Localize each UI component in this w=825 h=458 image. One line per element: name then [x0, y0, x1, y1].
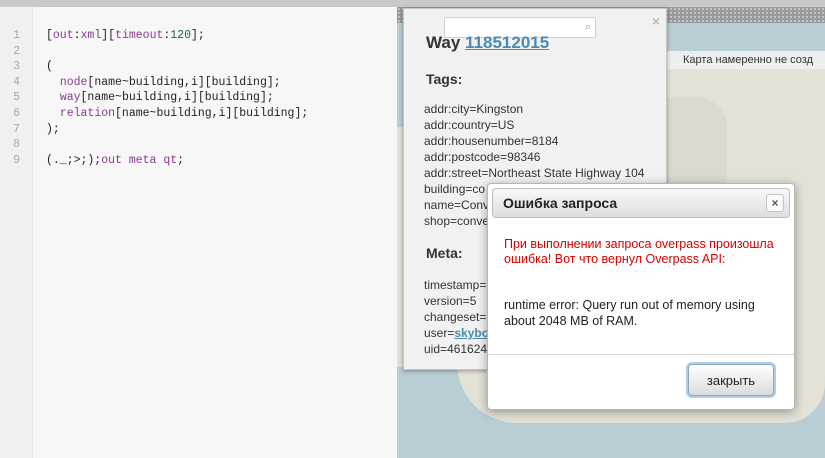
- code-line[interactable]: way[name~building,i][building];: [46, 90, 274, 105]
- meta-item: changeset=: [424, 310, 487, 324]
- code-token: [name~building,i][building];: [80, 91, 274, 105]
- error-message: runtime error: Query run out of memory u…: [504, 298, 755, 328]
- code-token: [name~building,i][building];: [115, 107, 309, 120]
- top-bar: [0, 0, 825, 7]
- tags-heading: Tags:: [426, 71, 463, 87]
- code-token: (: [46, 60, 53, 74]
- code-token: [name~building,i][building];: [87, 75, 281, 89]
- line-number: 4: [13, 75, 20, 89]
- meta-item: version=5: [424, 294, 477, 308]
- code-number: 120: [170, 29, 191, 42]
- code-keyword: node: [59, 75, 88, 89]
- code-line[interactable]: node[name~building,i][building];: [46, 75, 281, 90]
- code-keyword: out: [101, 153, 122, 167]
- line-number: 8: [13, 138, 20, 152]
- line-number: 9: [13, 153, 20, 167]
- dialog-divider: [488, 354, 794, 355]
- line-number: 1: [13, 29, 20, 42]
- query-editor[interactable]: 1 [out:xml][timeout:120]; 2 3(4 node[name~b…: [0, 7, 397, 458]
- code-token: ;: [177, 153, 185, 167]
- code-token: );: [46, 122, 60, 136]
- user-link[interactable]: skybo: [454, 326, 489, 340]
- code-token: (._;>;);: [46, 153, 102, 167]
- code-keyword: timeout: [115, 29, 164, 42]
- code-line[interactable]: );: [46, 122, 60, 137]
- code-token: :: [73, 29, 81, 42]
- user-label: user=: [424, 326, 455, 340]
- code-keyword: xml: [80, 29, 102, 42]
- line-number: 5: [13, 91, 20, 105]
- tag-item: addr:postcode=98346: [424, 150, 541, 164]
- code-keyword: meta: [128, 153, 157, 167]
- error-dialog: Ошибка запроса × При выполнении запроса …: [487, 183, 795, 410]
- code-line[interactable]: (: [46, 59, 53, 74]
- search-icon[interactable]: ⌕: [585, 21, 591, 34]
- code-keyword: qt: [163, 153, 178, 167]
- code-token: [: [46, 29, 53, 42]
- dialog-title: Ошибка запроса: [503, 195, 618, 211]
- way-id-link[interactable]: 118512015: [465, 33, 549, 52]
- code-token: ];: [191, 29, 205, 42]
- map-attribution: Карта намеренно не созд: [665, 51, 825, 69]
- tag-item: addr:country=US: [424, 118, 515, 132]
- line-number: 2: [13, 44, 20, 58]
- meta-item-user: user=skybo: [424, 325, 489, 341]
- close-button[interactable]: закрыть: [688, 364, 774, 396]
- line-number: 3: [13, 60, 20, 74]
- meta-item: timestamp=: [424, 278, 487, 292]
- code-line[interactable]: [out:xml][timeout:120];: [46, 28, 205, 43]
- tag-item: addr:street=Northeast State Highway 104: [424, 166, 645, 180]
- code-keyword: way: [59, 91, 81, 105]
- popup-title: Way 118512015: [426, 33, 549, 53]
- error-text: При выполнении запроса overpass произошл…: [504, 237, 774, 266]
- code-token: ][: [101, 29, 116, 42]
- popup-title-prefix: Way: [426, 33, 466, 52]
- meta-list: timestamp= version=5 changeset= user=sky…: [424, 277, 489, 357]
- code-keyword: relation: [59, 107, 116, 120]
- close-icon[interactable]: ×: [652, 13, 660, 29]
- tag-item: addr:housenumber=8184: [424, 134, 559, 148]
- close-icon[interactable]: ×: [766, 194, 784, 212]
- code-line[interactable]: relation[name~building,i][building];: [46, 106, 308, 121]
- line-number: 6: [13, 107, 20, 120]
- line-number: 7: [13, 122, 20, 136]
- code-keyword: out: [52, 29, 74, 42]
- meta-item: uid=461624: [424, 342, 488, 356]
- dialog-header: Ошибка запроса ×: [492, 188, 790, 218]
- meta-heading: Meta:: [426, 245, 463, 261]
- code-line[interactable]: (._;>;);out meta qt;: [46, 153, 184, 168]
- tag-item: addr:city=Kingston: [424, 102, 524, 116]
